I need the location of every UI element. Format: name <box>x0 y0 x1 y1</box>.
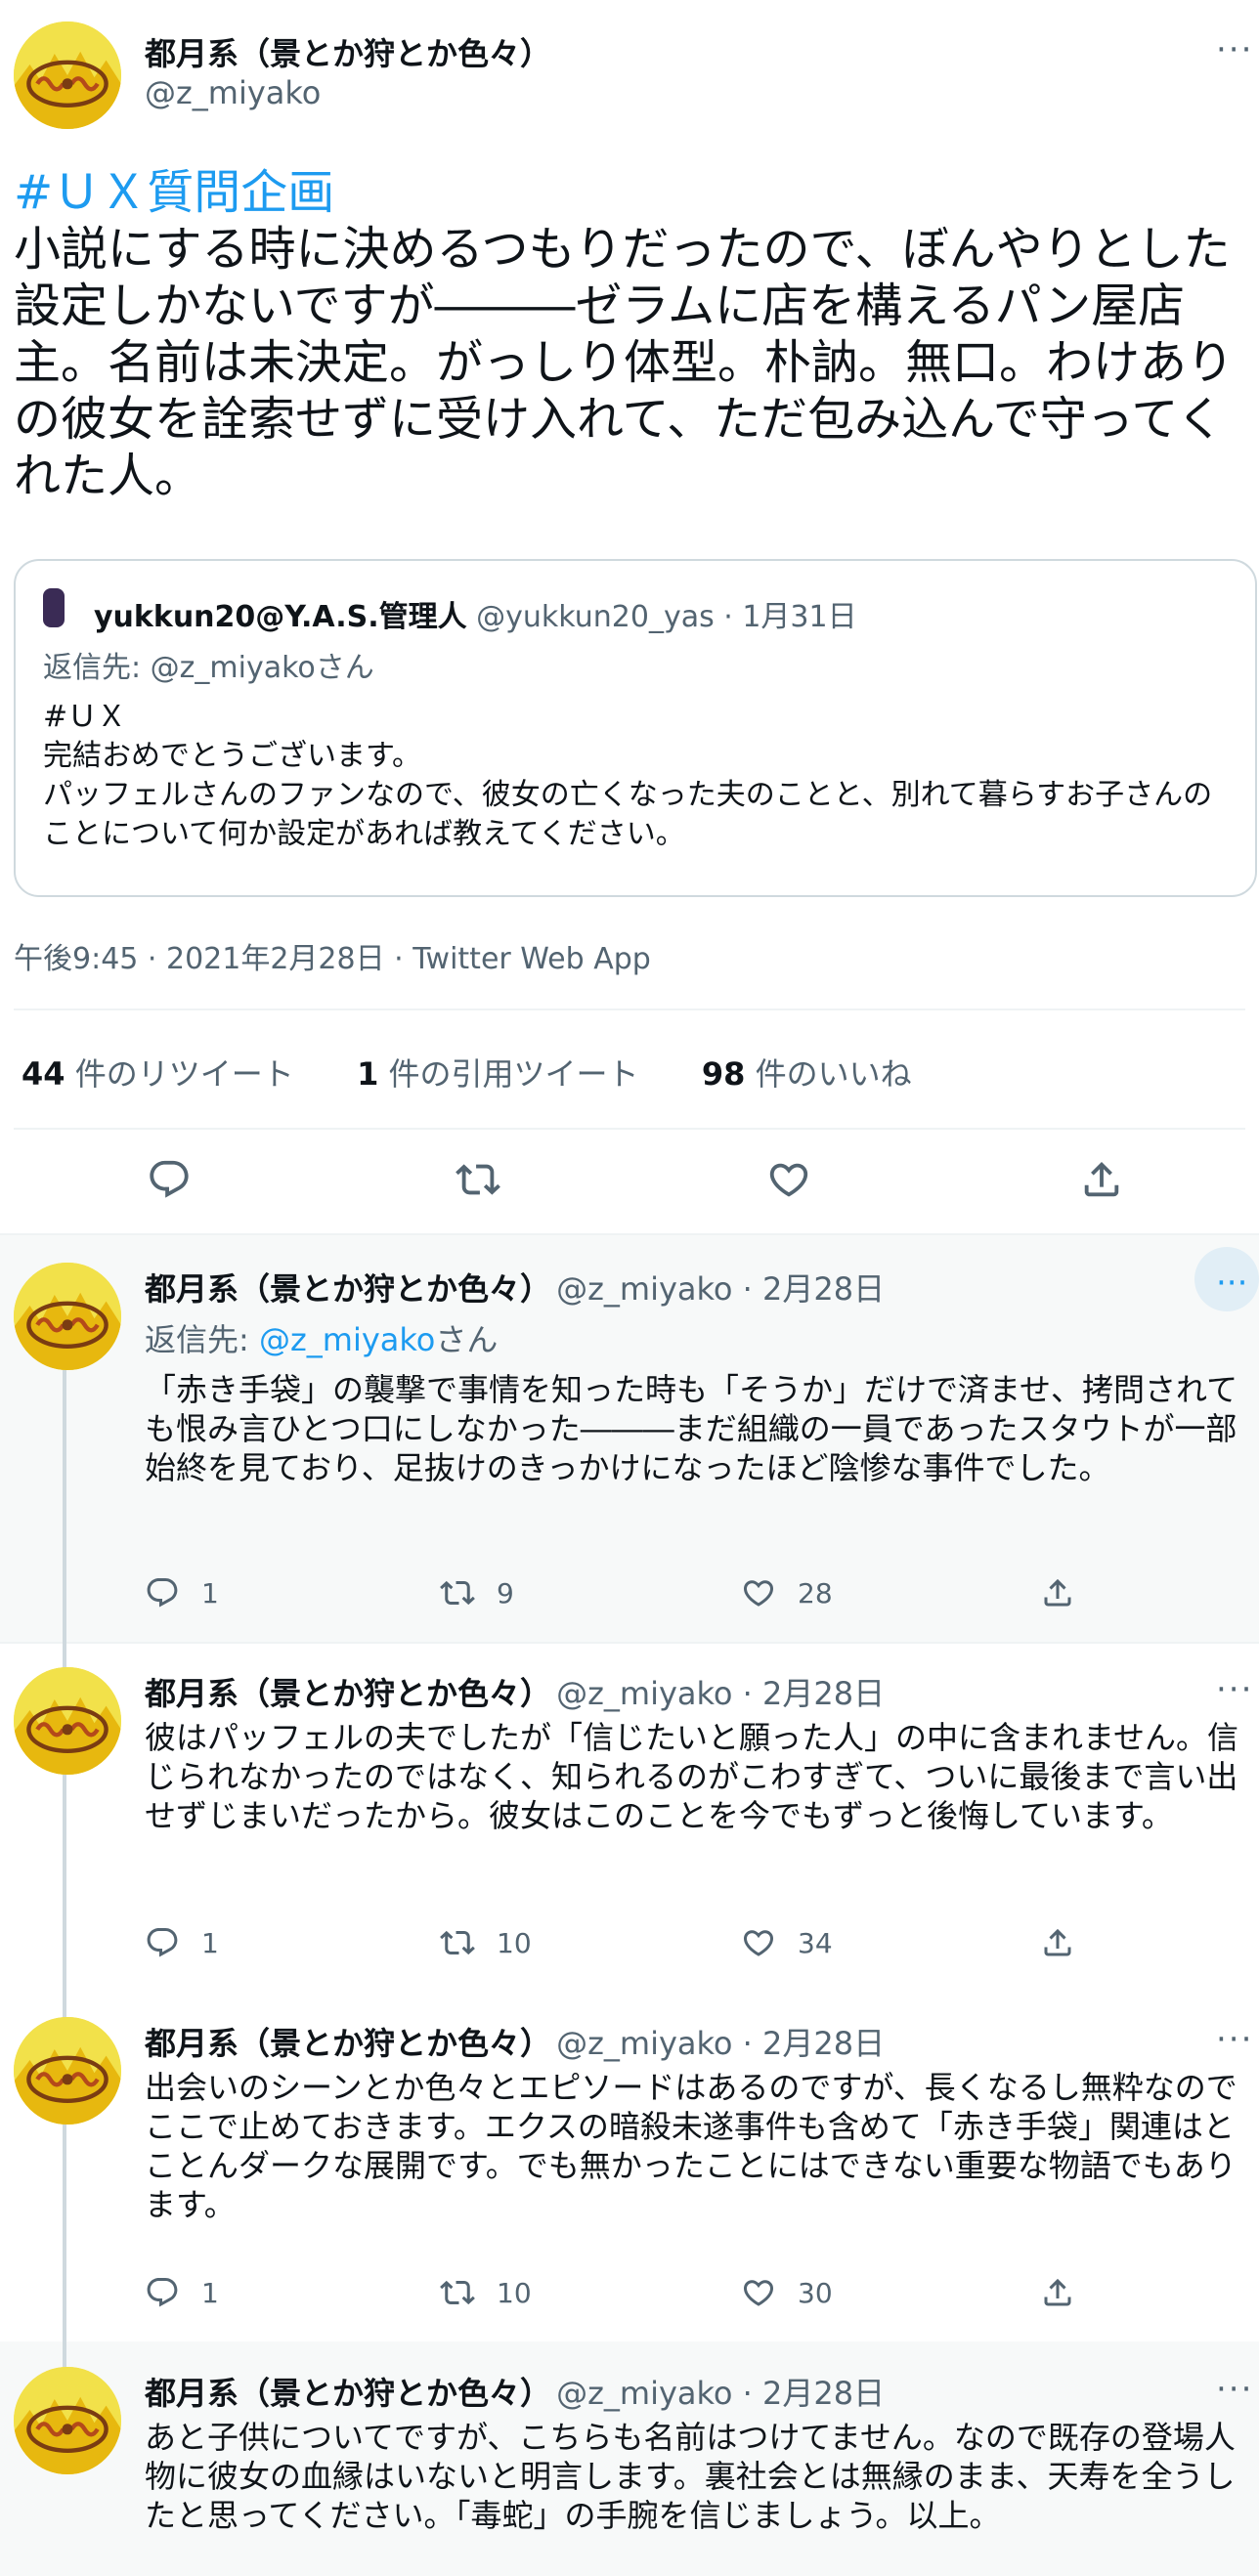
quoted-author-handle: @yukkun20_yas · 1月31日 <box>476 600 857 634</box>
reply-icon <box>145 1925 180 1960</box>
reply-text: あと子供についてですが、こちらも名前はつけてません。なので既存の登場人物に彼女の… <box>145 2419 1236 2534</box>
quote-stat[interactable]: 1 件の引用ツイート <box>357 1055 638 1093</box>
main-author-avatar[interactable] <box>14 21 121 129</box>
retweet-stat[interactable]: 44 件のリツイート <box>22 1055 294 1093</box>
quoted-author-avatar <box>43 588 65 627</box>
retweet-icon <box>440 1925 475 1960</box>
tweet-body: #ＵＸ質問企画 小説にする時に決めるつもりだったので、ぼんやりとした設定しかない… <box>14 164 1245 504</box>
retweet-count: 10 <box>497 1926 532 1959</box>
stat-count: 98 <box>701 1055 746 1093</box>
reply-button[interactable]: 1 <box>145 2275 219 2310</box>
reply-prefix: 返信先: <box>145 1321 259 1358</box>
reply-count: 1 <box>201 2276 219 2309</box>
reply-author-name[interactable]: 都月系（景とか狩とか色々） <box>145 2375 551 2412</box>
reply-avatar[interactable] <box>14 2367 121 2474</box>
hashtag-link[interactable]: #ＵＸ質問企画 <box>14 164 1245 221</box>
stat-label: 件のいいね <box>755 1055 912 1093</box>
quoted-tweet-card[interactable]: yukkun20@Y.A.S.管理人 @yukkun20_yas · 1月31日… <box>14 559 1257 897</box>
reply-count: 1 <box>201 1926 219 1959</box>
reply-to-label: 返信先: @z_miyakoさん <box>145 1315 498 1360</box>
quoted-author-name: yukkun20@Y.A.S.管理人 <box>94 600 467 634</box>
reply-icon <box>145 2275 180 2310</box>
main-action-bar <box>0 1153 1259 1206</box>
main-author-handle[interactable]: @z_miyako <box>145 74 321 111</box>
more-icon[interactable]: ··· <box>1216 2373 1253 2406</box>
share-icon <box>1040 1925 1075 1960</box>
reply-text: 出会いのシーンとか色々とエピソードはあるのですが、長くなるし無粋なのでここで止め… <box>145 2069 1237 2223</box>
main-author-name[interactable]: 都月系（景とか狩とか色々） <box>145 29 551 74</box>
quoted-tweet-text: #ＵＸ 完結おめでとうございます。 パッフェルさんのファンなので、彼女の亡くなっ… <box>43 698 1236 854</box>
reply-button[interactable]: 1 <box>145 1575 219 1610</box>
stat-label: 件のリツイート <box>74 1055 294 1093</box>
reply-header: 都月系（景とか狩とか色々） @z_miyako · 2月28日 <box>145 1669 885 1714</box>
stat-count: 1 <box>357 1055 379 1093</box>
more-dots: ··· <box>1216 1264 1248 1303</box>
tweet-stats: 44 件のリツイート 1 件の引用ツイート 98 件のいいね <box>22 1050 912 1095</box>
reply-header: 都月系（景とか狩とか色々） @z_miyako · 2月28日 <box>145 2369 885 2414</box>
reply-icon <box>145 1575 180 1610</box>
reply-author-meta[interactable]: @z_miyako · 2月28日 <box>556 1270 885 1308</box>
reply-author-name[interactable]: 都月系（景とか狩とか色々） <box>145 1675 551 1712</box>
like-count: 30 <box>798 2276 833 2309</box>
stat-count: 44 <box>22 1055 65 1093</box>
tweet-text: 小説にする時に決めるつもりだったので、ぼんやりとした設定しかないですが―――ゼラ… <box>14 222 1235 503</box>
reply-header: 都月系（景とか狩とか色々） @z_miyako · 2月28日 <box>145 1265 885 1309</box>
retweet-count: 9 <box>497 1576 514 1610</box>
reply-author-meta[interactable]: @z_miyako · 2月28日 <box>556 2025 885 2062</box>
quoted-text-line: パッフェルさんのファンなので、彼女の亡くなった夫のことと、別れて暮らすお子さんの… <box>43 778 1213 851</box>
like-icon[interactable] <box>766 1157 811 1202</box>
like-count: 34 <box>798 1926 833 1959</box>
like-button[interactable]: 34 <box>741 1925 833 1960</box>
like-button[interactable]: 30 <box>741 2275 833 2310</box>
reply-handle-link[interactable]: @z_miyako <box>259 1321 435 1358</box>
reply-author-meta[interactable]: @z_miyako · 2月28日 <box>556 2375 885 2412</box>
share-icon <box>1040 1575 1075 1610</box>
retweet-button[interactable]: 10 <box>440 1925 532 1960</box>
stat-label: 件の引用ツイート <box>388 1055 639 1093</box>
retweet-count: 10 <box>497 2276 532 2309</box>
reply-prefix: 返信先: <box>43 651 151 685</box>
reply-icon[interactable] <box>147 1157 192 1202</box>
like-count: 28 <box>798 1576 833 1610</box>
quoted-author-row: yukkun20@Y.A.S.管理人 @yukkun20_yas · 1月31日 <box>94 592 857 635</box>
like-stat[interactable]: 98 件のいいね <box>702 1055 912 1093</box>
like-button[interactable]: 28 <box>741 1575 833 1610</box>
retweet-button[interactable]: 9 <box>440 1575 514 1610</box>
reply-count: 1 <box>201 1576 219 1610</box>
reply-suffix: さん <box>435 1321 499 1358</box>
reply-author-name[interactable]: 都月系（景とか狩とか色々） <box>145 1270 551 1308</box>
more-icon[interactable]: ··· <box>1216 33 1253 66</box>
reply-suffix: さん <box>315 651 374 685</box>
retweet-button[interactable]: 10 <box>440 2275 532 2310</box>
quoted-text-line: #ＵＸ <box>43 700 127 734</box>
like-icon <box>741 2275 776 2310</box>
retweet-icon <box>440 1575 475 1610</box>
like-icon <box>741 1575 776 1610</box>
quoted-reply-to: 返信先: @z_miyakoさん <box>43 643 374 686</box>
share-button[interactable] <box>1040 1575 1097 1610</box>
reply-author-meta[interactable]: @z_miyako · 2月28日 <box>556 1675 885 1712</box>
share-button[interactable] <box>1040 2275 1097 2310</box>
reply-header: 都月系（景とか狩とか色々） @z_miyako · 2月28日 <box>145 2019 885 2064</box>
reply-text: 彼はパッフェルの夫でしたが「信じたいと願った人」の中に含まれません。信じられなか… <box>145 1719 1239 1834</box>
share-icon <box>1040 2275 1075 2310</box>
quoted-text-line: 完結おめでとうございます。 <box>43 739 421 773</box>
reply-avatar[interactable] <box>14 1667 121 1775</box>
reply-button[interactable]: 1 <box>145 1925 219 1960</box>
more-icon[interactable]: ··· <box>1216 1673 1253 1706</box>
share-icon[interactable] <box>1079 1157 1124 1202</box>
reply-handle: @z_miyako <box>150 651 316 685</box>
like-icon <box>741 1925 776 1960</box>
reply-avatar[interactable] <box>14 1263 121 1370</box>
more-icon[interactable]: ··· <box>1216 2023 1253 2056</box>
reply-avatar[interactable] <box>14 2017 121 2125</box>
reply-author-name[interactable]: 都月系（景とか狩とか色々） <box>145 2025 551 2062</box>
retweet-icon <box>440 2275 475 2310</box>
reply-text: 「赤き手袋」の襲撃で事情を知った時も「そうか」だけで済ませ、拷問されても恨み言ひ… <box>145 1371 1238 1486</box>
share-button[interactable] <box>1040 1925 1097 1960</box>
tweet-timestamp[interactable]: 午後9:45 · 2021年2月28日 · Twitter Web App <box>14 934 651 977</box>
retweet-icon[interactable] <box>456 1157 500 1202</box>
